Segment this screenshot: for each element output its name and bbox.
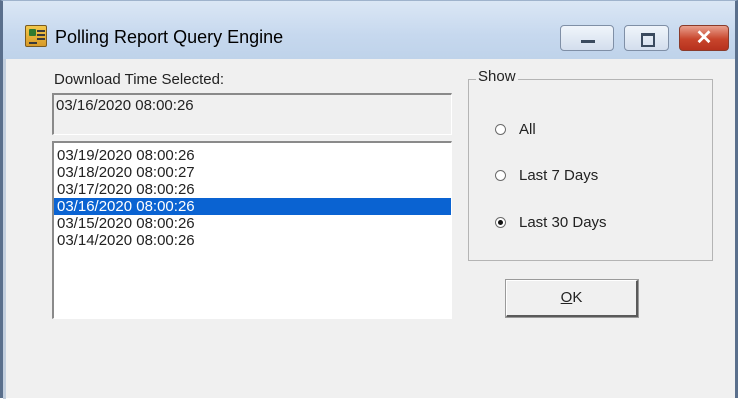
maximize-button[interactable] — [624, 25, 669, 51]
window-title: Polling Report Query Engine — [55, 27, 284, 47]
dialog-window: Polling Report Query Engine ✕ Download T… — [0, 0, 738, 399]
close-icon: ✕ — [695, 27, 713, 49]
title-bar[interactable]: Polling Report Query Engine ✕ — [3, 1, 735, 59]
maximize-icon — [641, 33, 655, 47]
list-item[interactable]: 03/14/2020 08:00:26 — [54, 232, 451, 249]
radio-button-icon[interactable] — [495, 123, 506, 135]
list-item-selected[interactable]: 03/16/2020 08:00:26 — [54, 198, 451, 215]
show-group-label: Show — [476, 68, 518, 85]
ok-label-rest: K — [572, 289, 583, 306]
ok-button[interactable]: OK — [505, 279, 639, 318]
list-item[interactable]: 03/19/2020 08:00:26 — [54, 147, 451, 164]
list-item[interactable]: 03/15/2020 08:00:26 — [54, 215, 451, 232]
ok-accelerator: O — [560, 289, 573, 306]
radio-button-icon[interactable] — [495, 169, 506, 181]
list-item[interactable]: 03/17/2020 08:00:26 — [54, 181, 451, 198]
radio-last-30-days-label: Last 30 Days — [519, 213, 607, 231]
window-left-edge — [3, 59, 6, 399]
close-button[interactable]: ✕ — [679, 25, 729, 51]
radio-button-checked-icon[interactable] — [495, 216, 506, 228]
radio-all[interactable]: All — [495, 118, 536, 140]
download-time-field: 03/16/2020 08:00:26 — [52, 93, 452, 135]
radio-all-label: All — [519, 120, 536, 138]
download-time-label: Download Time Selected: — [54, 71, 225, 88]
list-item[interactable]: 03/18/2020 08:00:27 — [54, 164, 451, 181]
radio-last-30-days[interactable]: Last 30 Days — [495, 211, 607, 233]
dialog-content: Download Time Selected: 03/16/2020 08:00… — [3, 59, 735, 398]
app-report-icon[interactable] — [25, 25, 47, 47]
minimize-button[interactable] — [560, 25, 614, 51]
radio-last-7-days[interactable]: Last 7 Days — [495, 164, 598, 186]
minimize-icon — [581, 40, 595, 43]
radio-last-7-days-label: Last 7 Days — [519, 166, 599, 184]
download-times-listbox[interactable]: 03/19/2020 08:00:26 03/18/2020 08:00:27 … — [52, 141, 452, 319]
